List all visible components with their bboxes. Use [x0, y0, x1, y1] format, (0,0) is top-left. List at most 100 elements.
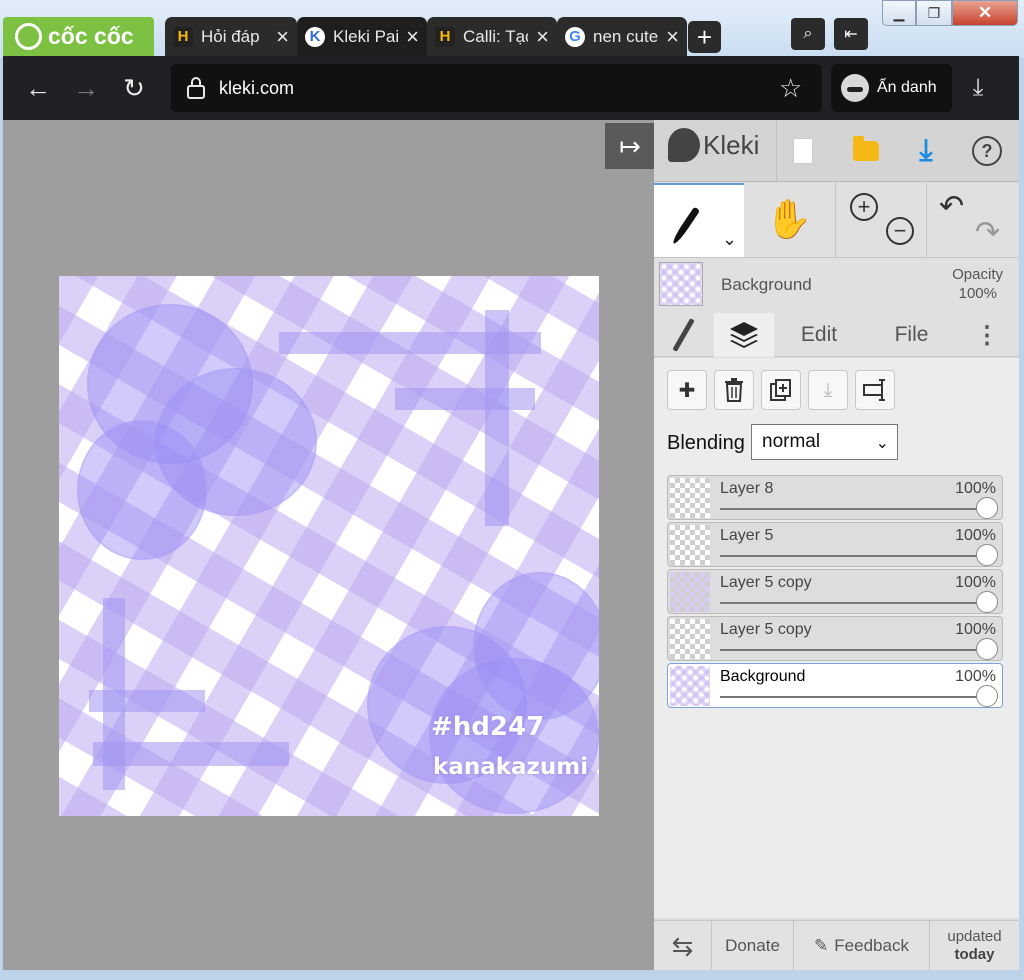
- layer-row[interactable]: Layer 8 100%: [667, 475, 1003, 520]
- more-options-icon[interactable]: ⋮: [972, 313, 1002, 357]
- kleki-logo[interactable]: Kleki: [668, 128, 759, 162]
- opacity-value: 100%: [958, 285, 997, 302]
- art-circle: [473, 572, 599, 720]
- delete-layer-button[interactable]: [714, 370, 754, 410]
- swap-icon: ⇆: [671, 930, 694, 961]
- drawing-canvas[interactable]: #hd247 kanakazumi: [59, 276, 599, 816]
- incognito-label: Ẩn danh: [877, 79, 937, 96]
- feedback-label: Feedback: [834, 936, 909, 955]
- maximize-button[interactable]: ❐: [916, 0, 952, 26]
- panel-header: Kleki ⤓ ?: [654, 120, 1019, 182]
- canvas-workspace[interactable]: ↦ #hd247 kanakazumi: [3, 120, 655, 970]
- tab-edit[interactable]: Edit: [779, 313, 859, 357]
- layer-thumbnail: [670, 619, 710, 659]
- tab-brush[interactable]: [654, 313, 712, 357]
- collapse-panel-icon[interactable]: ↦: [605, 123, 655, 169]
- calli-favicon-icon: H: [435, 26, 455, 47]
- sidebar-toggle-icon[interactable]: ⇤: [834, 18, 868, 50]
- layer-opacity-track: [720, 555, 988, 557]
- redo-icon[interactable]: ↷: [975, 215, 1000, 250]
- zoom-out-icon[interactable]: −: [886, 217, 914, 245]
- browser-tab[interactable]: G nen cute ×: [557, 17, 687, 56]
- browser-tab-strip: cốc cốc H Hỏi đáp × K Kleki Paint × H Ca…: [0, 0, 1024, 58]
- undo-icon[interactable]: ↶: [939, 189, 964, 224]
- new-tab-button[interactable]: +: [688, 21, 721, 53]
- current-layer-info: Background Opacity 100%: [654, 257, 1019, 313]
- duplicate-icon: [770, 379, 791, 401]
- brush-icon: [671, 318, 695, 352]
- rename-layer-button[interactable]: [855, 370, 895, 410]
- incognito-button[interactable]: Ẩn danh: [831, 64, 952, 112]
- coccoc-logo-icon: [15, 23, 42, 50]
- layer-row[interactable]: Layer 5 100%: [667, 522, 1003, 567]
- reload-icon[interactable]: ↻: [117, 71, 151, 105]
- layer-row[interactable]: Layer 5 copy 100%: [667, 616, 1003, 661]
- layer-row[interactable]: Layer 5 copy 100%: [667, 569, 1003, 614]
- browser-tab[interactable]: H Hỏi đáp ×: [165, 17, 297, 56]
- art-bar: [395, 388, 535, 410]
- layer-thumbnail: [670, 525, 710, 565]
- tab-layers[interactable]: [714, 313, 774, 357]
- layer-opacity-slider-handle[interactable]: [976, 544, 998, 566]
- save-image-button[interactable]: ⤓: [907, 132, 945, 170]
- tab-search-icon[interactable]: ⌕: [791, 18, 825, 50]
- tab-file[interactable]: File: [874, 313, 949, 357]
- browser-tab-active[interactable]: K Kleki Paint ×: [297, 17, 427, 56]
- blending-mode-select[interactable]: normal ⌄: [751, 424, 898, 460]
- layer-opacity-slider-handle[interactable]: [976, 685, 998, 707]
- layer-thumbnail: [670, 572, 710, 612]
- chevron-down-icon[interactable]: ⌄: [722, 229, 737, 250]
- layer-name: Layer 8: [720, 480, 774, 497]
- new-image-button[interactable]: [784, 132, 822, 170]
- close-window-button[interactable]: ✕: [952, 0, 1018, 26]
- swap-panel-side-button[interactable]: ⇆: [654, 921, 712, 971]
- help-button[interactable]: ?: [968, 132, 1006, 170]
- blending-label: Blending: [667, 432, 745, 454]
- layer-thumbnail: [670, 666, 710, 706]
- layer-opacity-slider-handle[interactable]: [976, 638, 998, 660]
- merge-down-icon: ⤓: [823, 378, 833, 401]
- feedback-link[interactable]: ✎ Feedback: [794, 921, 930, 971]
- close-tab-icon[interactable]: ×: [276, 25, 289, 48]
- brush-tool-button[interactable]: ⌄: [654, 183, 744, 257]
- layer-row-selected[interactable]: Background 100%: [667, 663, 1003, 708]
- history-controls: ↶ ↷: [926, 183, 1019, 257]
- coccoc-brand[interactable]: cốc cốc: [3, 17, 154, 56]
- layers-icon: [730, 322, 758, 348]
- brand-label: cốc cốc: [48, 23, 134, 49]
- donate-link[interactable]: Donate: [712, 921, 794, 971]
- layer-opacity: 100%: [955, 621, 996, 638]
- plus-icon: ✚: [678, 379, 696, 402]
- folder-icon: [853, 136, 879, 161]
- browser-tab[interactable]: H Calli: Tạo ×: [427, 17, 557, 56]
- add-layer-button[interactable]: ✚: [667, 370, 707, 410]
- forward-arrow-icon[interactable]: →: [69, 71, 103, 105]
- zoom-in-icon[interactable]: +: [850, 193, 878, 221]
- address-bar[interactable]: kleki.com ☆: [171, 64, 822, 112]
- divider: [776, 120, 777, 182]
- duplicate-layer-button[interactable]: [761, 370, 801, 410]
- merge-layer-button[interactable]: ⤓: [808, 370, 848, 410]
- tab-title: Calli: Tạo: [463, 26, 529, 46]
- layer-opacity: 100%: [955, 480, 996, 497]
- opacity-label: Opacity: [952, 266, 1003, 283]
- back-arrow-icon[interactable]: ←: [21, 71, 55, 105]
- close-tab-icon[interactable]: ×: [406, 25, 419, 48]
- hand-tool-button[interactable]: ✋: [744, 183, 834, 257]
- close-tab-icon[interactable]: ×: [666, 25, 679, 48]
- minimize-button[interactable]: ▁: [882, 0, 916, 26]
- url-text[interactable]: kleki.com: [219, 78, 294, 99]
- open-image-button[interactable]: [847, 132, 885, 170]
- updated-label: updated: [947, 928, 1002, 945]
- art-circle: [77, 420, 207, 560]
- layer-thumbnail: [670, 478, 710, 518]
- updated-date: today: [954, 946, 995, 963]
- layer-opacity-slider-handle[interactable]: [976, 591, 998, 613]
- kleki-logo-text: Kleki: [703, 129, 760, 160]
- changelog-link[interactable]: updated today: [930, 921, 1019, 971]
- bookmark-star-icon[interactable]: ☆: [779, 73, 802, 104]
- tool-row: ⌄ ✋ + − ↶ ↷: [654, 183, 1019, 257]
- close-tab-icon[interactable]: ×: [536, 25, 549, 48]
- downloads-icon[interactable]: ⤓: [961, 71, 995, 105]
- layer-opacity-slider-handle[interactable]: [976, 497, 998, 519]
